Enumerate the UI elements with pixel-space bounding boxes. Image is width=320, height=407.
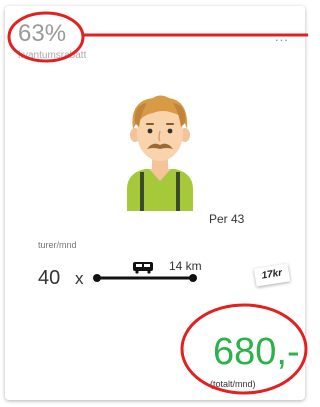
more-icon[interactable]: ... (275, 30, 289, 43)
distance-label: 14 km (169, 259, 202, 273)
price-card: 63% kvantumsrabatt ... Per 43 turer/mnd … (5, 6, 305, 400)
trips-value[interactable]: 40 (38, 268, 60, 288)
person-avatar (123, 93, 197, 216)
trips-label: turer/mnd (38, 240, 77, 250)
discount-label: kvantumsrabatt (18, 50, 87, 61)
total-price: 680,- (213, 331, 300, 373)
price-per-trip-badge: 17kr (253, 263, 291, 287)
bus-icon (133, 262, 153, 274)
person-label: Per 43 (209, 212, 245, 226)
discount-percent: 63% (18, 20, 67, 47)
total-label: (totalt/mnd) (210, 379, 256, 389)
multiplier-sign: x (75, 269, 84, 288)
